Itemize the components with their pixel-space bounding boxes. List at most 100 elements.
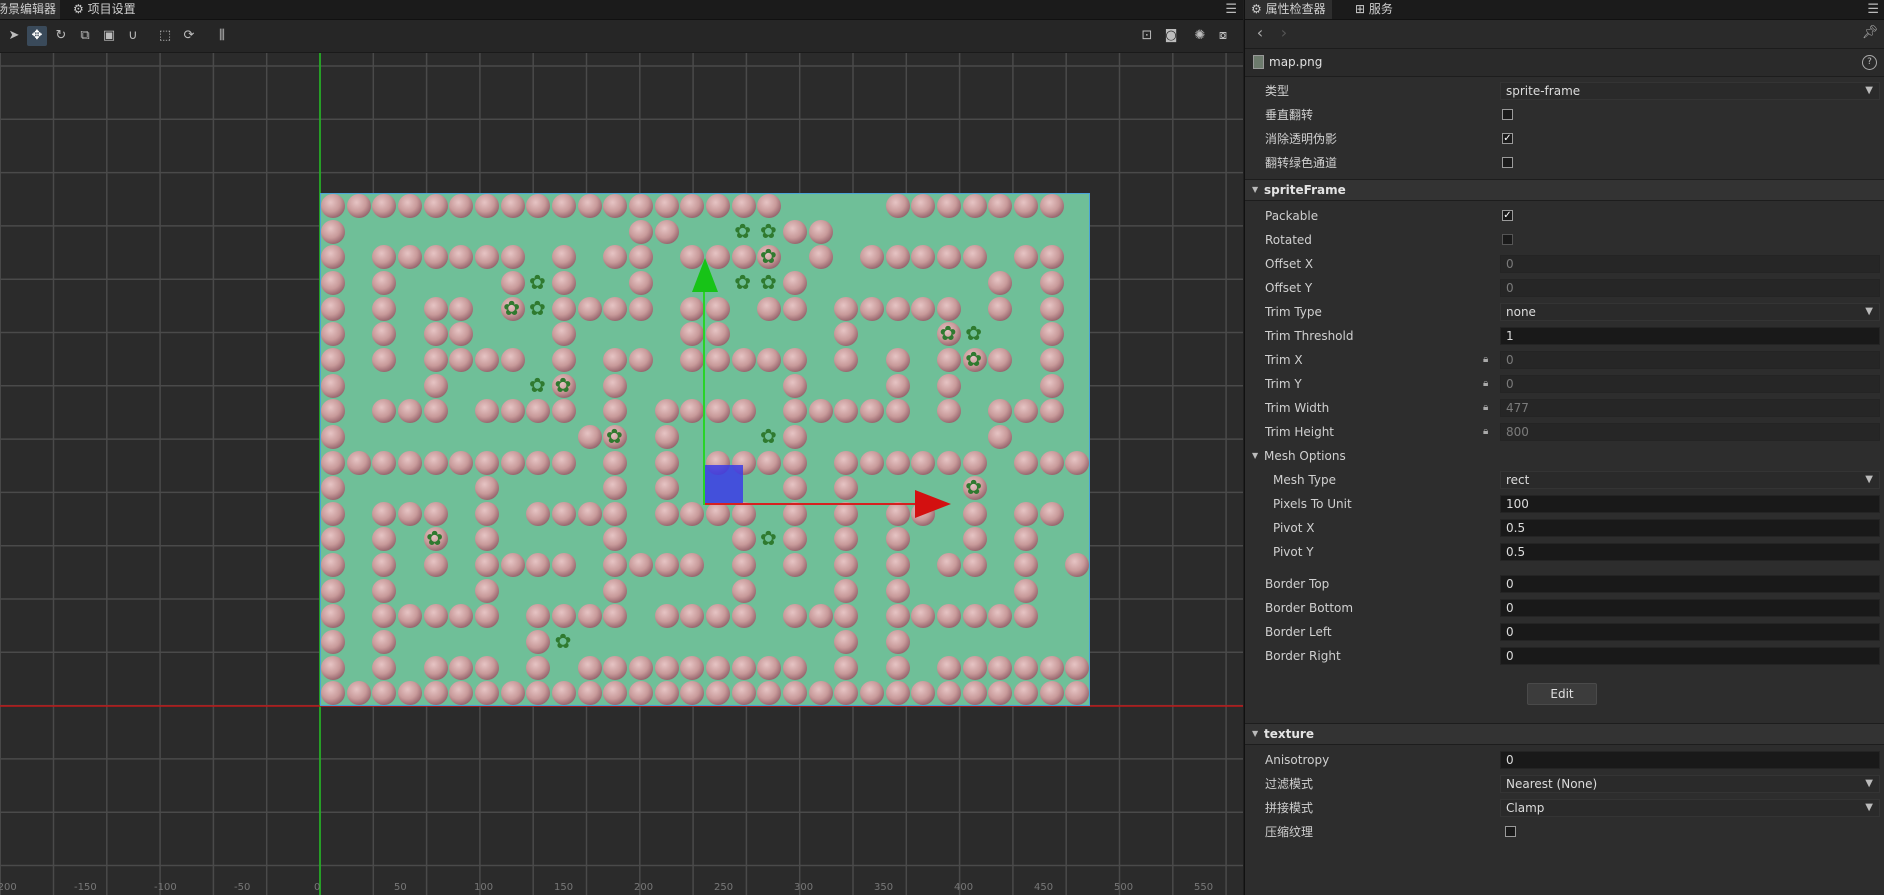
rotate-tool-icon[interactable]: ↻	[51, 26, 71, 46]
rock-tile	[449, 194, 474, 218]
snapshot-icon[interactable]: ⧇	[1213, 26, 1233, 46]
border-bottom-field[interactable]: 0	[1500, 599, 1880, 617]
bush-icon: ✿	[759, 218, 777, 243]
rock-tile	[526, 501, 551, 526]
forward-arrow-icon[interactable]: ›	[1275, 24, 1293, 42]
rock-tile	[1039, 245, 1064, 270]
rock-tile	[526, 194, 551, 218]
tab-project-settings[interactable]: ⚙ 项目设置	[73, 0, 136, 19]
move-tool-icon[interactable]: ✥	[27, 26, 47, 46]
border-left-field[interactable]: 0	[1500, 623, 1880, 641]
rock-tile	[757, 194, 782, 218]
flip-green-row: 翻转绿色通道	[1245, 152, 1884, 174]
border-top-field[interactable]: 0	[1500, 575, 1880, 593]
rock-tile	[1039, 655, 1064, 680]
flip-vertical-checkbox[interactable]	[1502, 109, 1513, 120]
packable-checkbox[interactable]: ✓	[1502, 210, 1513, 221]
magnet-tool-icon[interactable]: ∪	[123, 26, 143, 46]
rock-tile	[911, 450, 936, 475]
rock-tile	[937, 450, 961, 475]
pivot-x-field[interactable]: 0.5	[1500, 519, 1880, 537]
tab-inspector[interactable]: ⚙ 属性检查器	[1245, 0, 1332, 19]
pivot-y-field[interactable]: 0.5	[1500, 543, 1880, 561]
select-tool-icon[interactable]: ➤	[4, 26, 24, 46]
bush-icon: ✿	[759, 423, 777, 448]
transform-space-icon[interactable]: ⬚	[155, 26, 175, 46]
rock-tile	[1039, 194, 1064, 218]
rock-tile	[449, 681, 474, 705]
rock-tile	[962, 501, 987, 526]
wrap-mode-select[interactable]: Clamp ▼	[1500, 799, 1880, 817]
help-icon[interactable]: ?	[1862, 55, 1877, 70]
rock-tile	[1065, 450, 1089, 475]
rock-tile	[449, 322, 474, 347]
rock-tile	[449, 245, 474, 270]
rock-tile	[1039, 347, 1064, 372]
trim-type-select[interactable]: none ▼	[1500, 303, 1880, 321]
tab-service[interactable]: ⊞ 服务	[1349, 0, 1399, 19]
anisotropy-field[interactable]: 0	[1500, 751, 1880, 769]
chevron-down-icon: ▼	[1865, 306, 1873, 317]
spriteframe-section-header[interactable]: ▼ spriteFrame	[1245, 179, 1884, 201]
rock-tile	[398, 399, 422, 424]
back-arrow-icon[interactable]: ‹	[1251, 24, 1269, 42]
edit-button[interactable]: Edit	[1527, 683, 1597, 705]
filter-mode-select[interactable]: Nearest (None) ▼	[1500, 775, 1880, 793]
rock-tile	[1039, 322, 1064, 347]
rock-tile	[629, 553, 653, 578]
gizmo-x-axis[interactable]	[705, 503, 920, 505]
rock-tile	[937, 553, 961, 578]
scene-menu-icon[interactable]: ☰	[1225, 0, 1237, 19]
rock-tile	[321, 476, 345, 501]
mesh-type-select[interactable]: rect ▼	[1500, 471, 1880, 489]
gizmo-y-arrow-icon[interactable]	[692, 258, 718, 292]
rock-tile	[885, 655, 910, 680]
settings-icon[interactable]: ✺	[1190, 26, 1210, 46]
gizmo-center-handle[interactable]	[705, 465, 743, 503]
rock-tile	[885, 296, 910, 321]
compress-texture-checkbox[interactable]	[1505, 826, 1516, 837]
gizmo-x-arrow-icon[interactable]	[915, 490, 951, 518]
rock-tile	[321, 270, 345, 295]
mesh-options-header[interactable]: ▼ Mesh Options	[1245, 445, 1884, 467]
pin-icon[interactable]: 📌︎	[1861, 24, 1879, 42]
tab-scene-editor[interactable]: 场景编辑器	[0, 0, 60, 19]
pixels-to-unit-field[interactable]: 100	[1500, 495, 1880, 513]
rock-tile	[962, 245, 987, 270]
rock-tile	[321, 681, 345, 705]
inspector-menu-icon[interactable]: ☰	[1867, 0, 1879, 19]
rotated-checkbox	[1502, 234, 1513, 245]
rect-tool-icon[interactable]: ▣	[99, 26, 119, 46]
scale-tool-icon[interactable]: ⧉	[75, 26, 95, 46]
rock-tile	[423, 450, 448, 475]
rock-tile	[885, 373, 910, 398]
flip-green-checkbox[interactable]	[1502, 157, 1513, 168]
rock-tile	[808, 399, 833, 424]
rock-tile	[449, 604, 474, 629]
align-tool-icon[interactable]: ⫼	[210, 26, 234, 46]
trim-height-field: 800	[1500, 423, 1880, 441]
rock-tile	[475, 553, 499, 578]
trim-threshold-field[interactable]: 1	[1500, 327, 1880, 345]
type-select[interactable]: sprite-frame ▼	[1500, 82, 1880, 100]
bush-icon: ✿	[734, 269, 752, 294]
camera-icon[interactable]: ◙	[1161, 26, 1181, 46]
rock-tile	[321, 630, 345, 655]
rock-tile	[552, 450, 576, 475]
scene-viewport[interactable]: ✿✿✿✿✿✿✿✿✿✿✿✿✿✿✿✿✿✿✿ -200-150-100-5005010…	[0, 53, 1243, 895]
rock-tile	[1014, 681, 1038, 705]
trim-width-label: Trim Width	[1265, 401, 1330, 415]
texture-section-header[interactable]: ▼ texture	[1245, 723, 1884, 745]
border-right-field[interactable]: 0	[1500, 647, 1880, 665]
rock-tile	[988, 270, 1013, 295]
rock-tile	[1039, 373, 1064, 398]
pivot-mode-icon[interactable]: ⟳	[179, 26, 199, 46]
rock-tile	[988, 655, 1013, 680]
rock-tile	[500, 553, 525, 578]
rock-tile	[321, 194, 345, 218]
view-2d-icon[interactable]: ⊡	[1137, 26, 1157, 46]
rock-tile	[680, 347, 705, 372]
remove-alpha-checkbox[interactable]: ✓	[1502, 133, 1513, 144]
lock-icon: 🔒︎	[1483, 426, 1489, 437]
rock-tile	[962, 450, 987, 475]
